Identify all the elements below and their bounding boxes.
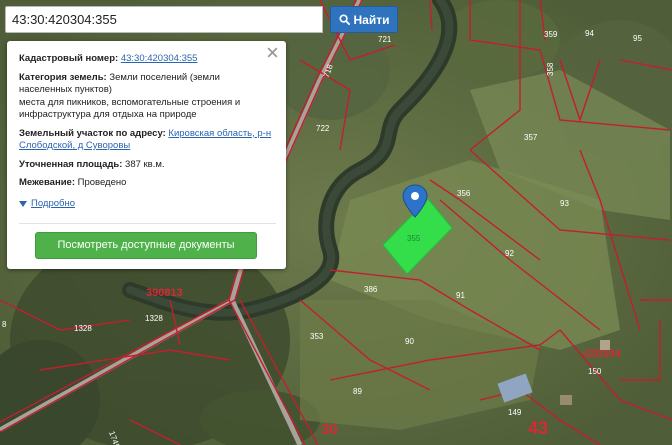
- quarter-label: 43: [528, 418, 548, 438]
- parcel-label: 149: [508, 408, 522, 417]
- caret-down-icon: [19, 200, 27, 207]
- address-link-cont[interactable]: Слободской, д Суворовы: [19, 140, 130, 151]
- parcel-label: 89: [353, 387, 362, 396]
- parcel-label: 386: [364, 285, 378, 294]
- parcel-label: 92: [505, 249, 514, 258]
- search-button[interactable]: Найти: [330, 6, 398, 33]
- land-use-line-1: места для пикников, вспомогательные стро…: [19, 96, 241, 108]
- parcel-label: 93: [560, 199, 569, 208]
- quarter-label: 390813: [146, 287, 183, 299]
- parcel-label: 8: [2, 320, 7, 329]
- quarter-label: 30: [321, 421, 338, 438]
- address-link[interactable]: Кировская область, р-н: [168, 128, 271, 139]
- details-label: Подробно: [31, 197, 75, 209]
- parcel-label: 94: [585, 29, 594, 38]
- survey-value: Проведено: [77, 177, 127, 188]
- search-input[interactable]: [5, 6, 323, 33]
- parcel-info-popup: Кадастровый номер: 43:30:420304:355 Кате…: [7, 41, 286, 269]
- parcel-label: 1328: [74, 324, 92, 333]
- parcel-label: 150: [588, 367, 602, 376]
- land-category-row: Категория земель: Земли поселений (земли…: [19, 72, 276, 122]
- parcel-label: 95: [633, 34, 642, 43]
- parcel-label: 358: [546, 62, 555, 76]
- area-label: Уточненная площадь:: [19, 158, 123, 170]
- cadastral-number-row: Кадастровый номер: 43:30:420304:355: [19, 53, 276, 66]
- parcel-label: 91: [456, 291, 465, 300]
- survey-row: Межевание: Проведено: [19, 177, 276, 190]
- parcel-label: 355: [407, 234, 421, 243]
- view-documents-button[interactable]: Посмотреть доступные документы: [35, 232, 257, 259]
- parcel-label: 1328: [145, 314, 163, 323]
- popup-divider: [19, 223, 276, 224]
- search-button-label: Найти: [353, 12, 390, 27]
- parcel-label: 357: [524, 133, 538, 142]
- parcel-label: 721: [378, 35, 392, 44]
- survey-label: Межевание:: [19, 177, 75, 188]
- parcel-label: 90: [405, 337, 414, 346]
- land-category-value-cont: населенных пунктов): [19, 84, 112, 95]
- address-row: Земельный участок по адресу: Кировская о…: [19, 128, 276, 153]
- land-category-label: Категория земель:: [19, 71, 107, 83]
- parcel-label: 722: [316, 124, 330, 133]
- details-toggle[interactable]: Подробно: [19, 198, 276, 211]
- parcel-label: 353: [310, 332, 324, 341]
- close-icon[interactable]: [266, 46, 279, 59]
- address-label: Земельный участок по адресу:: [19, 127, 166, 139]
- area-value: 387 кв.м.: [125, 158, 165, 170]
- search-bar: Найти: [5, 6, 398, 33]
- parcel-label: 359: [544, 30, 558, 39]
- land-use-line-2: инфраструктура для отдыха на природе: [19, 109, 197, 120]
- cadastral-number-label: Кадастровый номер:: [19, 53, 119, 64]
- area-row: Уточненная площадь: 387 кв.м.: [19, 159, 276, 172]
- cadastral-number-link[interactable]: 43:30:420304:355: [121, 53, 198, 64]
- land-category-value: Земли поселений (земли: [109, 71, 220, 83]
- parcel-label: 356: [457, 189, 471, 198]
- search-icon: [338, 14, 350, 25]
